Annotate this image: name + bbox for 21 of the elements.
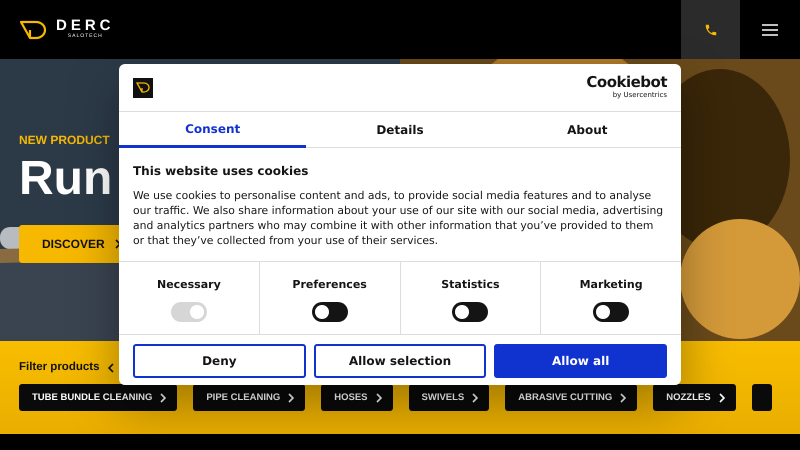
hero-eyebrow: NEW PRODUCT <box>19 132 111 149</box>
filter-button[interactable]: TUBE BUNDLE CLEANING <box>19 384 178 412</box>
dialog-tab[interactable]: About <box>494 112 681 148</box>
dialog-tab[interactable]: Consent <box>119 112 306 148</box>
consent-button[interactable]: Allow all <box>494 344 668 378</box>
dialog-heading: This website uses cookies <box>133 163 310 180</box>
category-label: Preferences <box>291 277 368 293</box>
hero-title: Run <box>19 155 112 203</box>
filter-button[interactable]: SWIVELS <box>408 384 490 412</box>
consent-button[interactable]: Deny <box>133 344 306 378</box>
category-label: Statistics <box>440 277 501 293</box>
cookiebot-logo: Cookiebot <box>586 74 667 90</box>
filter-button[interactable]: PIPE CLEANING <box>193 384 306 412</box>
filter-label: Filter products <box>19 360 100 375</box>
category-label: Marketing <box>578 277 644 293</box>
filter-button[interactable]: HOSES <box>321 384 393 412</box>
brand-name: DERC <box>56 18 115 34</box>
filter-button[interactable]: ABRASIVE CUTTING <box>505 384 638 412</box>
consent-button[interactable]: Allow selection <box>314 344 486 378</box>
category-label: Necessary <box>156 277 222 293</box>
filter-button[interactable]: NOZZLES <box>653 384 736 412</box>
